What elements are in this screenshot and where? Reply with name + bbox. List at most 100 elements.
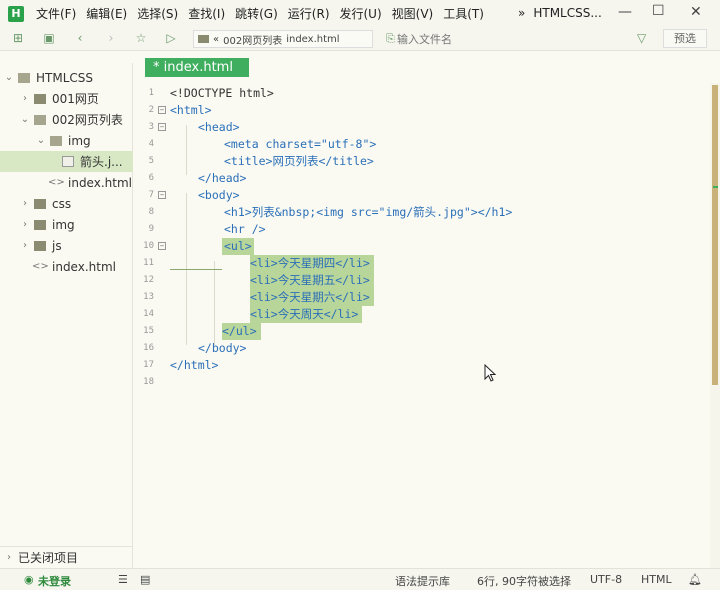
- line-number: 5: [148, 156, 154, 166]
- line-number: 11: [143, 258, 154, 268]
- folder-icon: [50, 135, 62, 146]
- chevron-right-icon[interactable]: ›: [20, 198, 30, 209]
- code-line: 10 − <ul>: [134, 238, 710, 255]
- code-line: 12 <li>今天星期五</li>: [134, 272, 710, 289]
- breadcrumb[interactable]: « 002网页列表 index.html: [193, 30, 373, 48]
- line-text: <li>今天星期五</li>: [250, 272, 374, 289]
- save-icon[interactable]: ▣: [42, 31, 56, 45]
- new-file-icon[interactable]: ⊞: [11, 31, 25, 45]
- menu-goto[interactable]: 跳转(G): [235, 5, 278, 22]
- breadcrumb-folder[interactable]: 002网页列表: [223, 32, 282, 47]
- tree-folder-img[interactable]: › img: [0, 214, 133, 235]
- tree-folder-img-sub[interactable]: ⌄ img: [0, 130, 133, 151]
- code-editor[interactable]: 1 <!DOCTYPE html> 2 − <html> 3 − <head> …: [134, 83, 710, 568]
- file-search-input[interactable]: [397, 32, 617, 46]
- line-number: 2: [148, 105, 154, 115]
- tree-folder-js[interactable]: › js: [0, 235, 133, 256]
- chevron-right-icon[interactable]: ›: [20, 219, 30, 230]
- menu-tools[interactable]: 工具(T): [443, 5, 484, 22]
- line-number: 6: [148, 173, 154, 183]
- scrollbar-thumb[interactable]: [712, 85, 718, 385]
- login-status[interactable]: 未登录: [38, 573, 71, 589]
- chevron-right-icon[interactable]: ›: [20, 93, 30, 104]
- tree-file-arrow-jpg[interactable]: 箭头.j...: [0, 151, 133, 172]
- fold-toggle-icon[interactable]: −: [158, 106, 166, 114]
- menu-select[interactable]: 选择(S): [137, 5, 178, 22]
- tree-folder-002[interactable]: ⌄ 002网页列表: [0, 109, 133, 130]
- line-text: <hr />: [224, 222, 266, 236]
- html-file-icon: <>: [48, 177, 65, 188]
- filter-icon[interactable]: ▽: [637, 31, 646, 45]
- hbuilder-logo-icon: H: [8, 5, 24, 22]
- code-line: 18: [134, 374, 710, 391]
- folder-icon: [18, 72, 30, 83]
- notification-bell-icon[interactable]: 🔔︎: [688, 573, 702, 586]
- chevron-right-icon[interactable]: ›: [20, 240, 30, 251]
- minimize-icon[interactable]: —: [618, 4, 632, 20]
- close-icon[interactable]: ✕: [690, 4, 702, 20]
- list-icon[interactable]: ☰: [118, 573, 128, 586]
- closed-projects[interactable]: › 已关闭项目: [0, 546, 133, 568]
- tree-label: 001网页: [52, 92, 99, 106]
- menu-edit[interactable]: 编辑(E): [86, 5, 127, 22]
- folder-icon: [34, 93, 46, 104]
- scrollbar-selection-marker: [713, 186, 718, 188]
- line-text: <li>今天星期四</li>: [250, 255, 374, 272]
- terminal-icon[interactable]: ▤: [140, 573, 150, 586]
- folder-icon: [34, 198, 46, 209]
- fold-toggle-icon[interactable]: −: [158, 191, 166, 199]
- tree-file-index-sub[interactable]: <> index.html: [0, 172, 133, 193]
- chevron-right-icon[interactable]: ›: [4, 552, 14, 563]
- window-title: » HTMLCSS...: [518, 6, 602, 20]
- tree-folder-001[interactable]: › 001网页: [0, 88, 133, 109]
- code-line: 8 <h1>列表&nbsp;<img src="img/箭头.jpg"></h1…: [134, 204, 710, 221]
- project-sidebar: ⌄ HTMLCSS › 001网页 ⌄ 002网页列表 ⌄ img 箭头.j..…: [0, 63, 133, 568]
- line-text: </body>: [198, 341, 247, 355]
- menu-overflow-chevron-icon[interactable]: »: [518, 6, 525, 20]
- breadcrumb-file[interactable]: index.html: [286, 34, 339, 45]
- user-icon[interactable]: ◉: [24, 573, 34, 586]
- chevron-down-icon[interactable]: ⌄: [36, 135, 46, 146]
- run-icon[interactable]: ▷: [164, 31, 178, 45]
- line-text: <ul>: [222, 238, 254, 255]
- code-line: 2 − <html>: [134, 102, 710, 119]
- favorite-star-icon[interactable]: ☆: [134, 31, 148, 45]
- chevron-down-icon[interactable]: ⌄: [4, 72, 14, 83]
- line-number: 7: [148, 190, 154, 200]
- tree-label: 002网页列表: [52, 113, 123, 127]
- window-title-text: HTMLCSS...: [533, 6, 602, 20]
- maximize-icon[interactable]: ☐: [652, 3, 665, 19]
- selection-status: 6行, 90字符被选择: [477, 575, 571, 588]
- forward-icon[interactable]: ›: [104, 31, 118, 45]
- chevron-down-icon[interactable]: ⌄: [20, 114, 30, 125]
- tree-label: 箭头.j...: [80, 155, 123, 169]
- code-line: 15 </ul>: [134, 323, 710, 340]
- line-number: 14: [143, 309, 154, 319]
- tree-file-index[interactable]: <> index.html: [0, 256, 133, 277]
- menu-run[interactable]: 运行(R): [288, 5, 330, 22]
- image-file-icon: [62, 156, 74, 167]
- line-text: </head>: [198, 171, 247, 185]
- code-line: 13 <li>今天星期六</li>: [134, 289, 710, 306]
- preview-button[interactable]: 预选: [663, 29, 707, 48]
- tree-folder-css[interactable]: › css: [0, 193, 133, 214]
- line-text: <html>: [170, 103, 212, 117]
- tree-project-htmlcss[interactable]: ⌄ HTMLCSS: [0, 67, 133, 88]
- tab-index-html[interactable]: * index.html: [145, 58, 249, 77]
- menu-find[interactable]: 查找(I): [188, 5, 225, 22]
- menu-file[interactable]: 文件(F): [36, 5, 76, 22]
- tree-label: img: [68, 133, 91, 148]
- line-number: 15: [143, 326, 154, 336]
- language-mode[interactable]: HTML: [641, 573, 672, 586]
- fold-toggle-icon[interactable]: −: [158, 242, 166, 250]
- menu-view[interactable]: 视图(V): [392, 5, 434, 22]
- line-number: 3: [148, 122, 154, 132]
- menu-publish[interactable]: 发行(U): [340, 5, 382, 22]
- tree-label: index.html: [68, 175, 132, 190]
- fold-toggle-icon[interactable]: −: [158, 123, 166, 131]
- back-icon[interactable]: ‹: [73, 31, 87, 45]
- tree-label: index.html: [52, 259, 116, 274]
- encoding-status[interactable]: UTF-8: [590, 573, 622, 586]
- code-line: 5 <title>网页列表</title>: [134, 153, 710, 170]
- syntax-hint-library[interactable]: 语法提示库: [395, 573, 450, 589]
